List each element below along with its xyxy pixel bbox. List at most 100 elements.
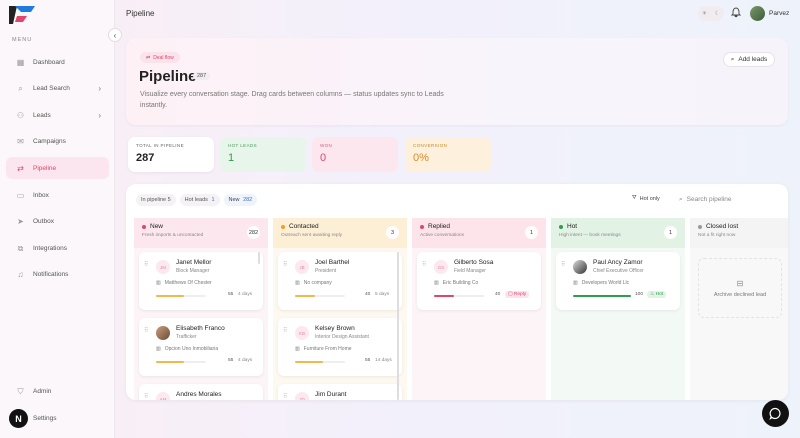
- pipeline-hero: ⇄ Deal flow Pipeline 287 Visualize every…: [126, 38, 788, 125]
- lead-age: 4 days: [238, 292, 253, 297]
- lead-card[interactable]: ⠿ KB Kelsey Brown Interior Design Assist…: [278, 318, 402, 376]
- lead-score: 55: [228, 358, 234, 363]
- stat-label: TOTAL IN PIPELINE: [136, 143, 184, 148]
- page-title: Pipeline: [126, 9, 155, 18]
- avatar: JM: [156, 260, 170, 274]
- column-contacted: Contacted Outreach sent·awaiting reply 3…: [273, 218, 407, 400]
- tag-label: Hot: [655, 292, 664, 297]
- app-logo[interactable]: [7, 4, 37, 26]
- column-name: Closed lost: [706, 223, 739, 230]
- column-subtitle: Outreach sent·awaiting reply: [281, 233, 343, 238]
- drag-handle-icon[interactable]: ⠿: [561, 261, 565, 268]
- user-name[interactable]: Parvez: [769, 10, 789, 17]
- lead-role: Field Manager: [454, 268, 486, 274]
- column-name: Hot: [567, 223, 578, 230]
- building-icon: ▥: [434, 280, 439, 286]
- lead-name: Elisabeth Franco: [176, 325, 225, 332]
- sidebar-item-label: Integrations: [33, 244, 67, 252]
- status-dot: [559, 224, 563, 229]
- status-dot: [281, 224, 285, 229]
- lead-name: Kelsey Brown: [315, 325, 355, 332]
- lead-role: Block Manager: [176, 268, 210, 274]
- lead-name: Paul Ancy Zamor: [593, 259, 643, 266]
- sidebar-item-campaigns[interactable]: ✉ Campaigns: [6, 130, 109, 152]
- add-leads-button[interactable]: ⌕ Add leads: [723, 52, 775, 67]
- chip-new[interactable]: New 282: [223, 194, 258, 206]
- sidebar-item-notifications[interactable]: ♫ Notifications: [6, 263, 109, 285]
- score-bar: [434, 295, 484, 297]
- drag-handle-icon[interactable]: ⠿: [144, 261, 148, 268]
- building-icon: ▥: [573, 280, 578, 286]
- lead-company: ▥ No company: [295, 280, 332, 286]
- hot-only-filter[interactable]: ⛛ Hot only: [632, 195, 660, 202]
- building-icon: ▥: [295, 346, 300, 352]
- drag-handle-icon[interactable]: ⠿: [144, 327, 148, 334]
- column-closed-lost: Closed lost Not a fit right now ⊟ Archiv…: [690, 218, 788, 400]
- sidebar-item-label: Dashboard: [33, 58, 65, 66]
- lead-name: Joel Barthel: [315, 259, 350, 266]
- sidebar-item-dashboard[interactable]: ▦ Dashboard: [6, 51, 109, 73]
- lead-score: 55: [228, 292, 234, 297]
- chip-in-pipeline[interactable]: In pipeline 5: [136, 194, 176, 206]
- send-icon: ➤: [17, 216, 24, 226]
- drag-handle-icon[interactable]: ⠿: [283, 327, 287, 334]
- column-body: ⠿ JM Janet Mellor Block Manager ▥ Matthew…: [134, 248, 268, 400]
- collapse-sidebar-button[interactable]: ‹: [108, 28, 122, 42]
- lead-company: ▥ Developers World Llc: [573, 280, 629, 286]
- building-icon: ▥: [156, 346, 161, 352]
- sidebar-item-integrations[interactable]: ⧉ Integrations: [6, 237, 109, 259]
- sidebar-item-leads[interactable]: ⚇ Leads ›: [6, 104, 109, 126]
- lead-card[interactable]: ⠿ JM Janet Mellor Block Manager ▥ Matthew…: [139, 252, 263, 310]
- lead-card[interactable]: ⠿ AM Andres Morales: [139, 384, 263, 400]
- sidebar-item-lead-search[interactable]: ⌕ Lead Search ›: [6, 77, 109, 99]
- sidebar-item-inbox[interactable]: ▭ Inbox: [6, 184, 109, 206]
- hero-title: Pipeline: [139, 68, 197, 85]
- search-icon: ⌕: [679, 195, 683, 203]
- user-avatar[interactable]: [750, 6, 765, 21]
- filter-chips: In pipeline 5 Hot leads 1 New 282: [136, 194, 258, 206]
- lead-card[interactable]: ⠿ JB Joel Barthel President ▥ No company …: [278, 252, 402, 310]
- lead-card[interactable]: ⠿ GS Gilberto Sosa Field Manager ▥ Eric B…: [417, 252, 541, 310]
- search-pipeline-input[interactable]: ⌕ Search pipeline: [676, 192, 782, 207]
- deal-flow-label: Deal flow: [153, 54, 174, 61]
- chat-button[interactable]: [762, 400, 789, 427]
- building-icon: ▥: [295, 280, 300, 286]
- column-header: Closed lost Not a fit right now: [690, 218, 788, 248]
- lead-role: Interior Design Assistant: [315, 334, 369, 340]
- sidebar-item-admin[interactable]: ⛉ Admin: [6, 380, 109, 402]
- column-body: ⠿ JB Joel Barthel President ▥ No company …: [273, 248, 407, 400]
- lead-card[interactable]: ⠿ Paul Ancy Zamor Chief Executive Office…: [556, 252, 680, 310]
- chip-hot-leads[interactable]: Hot leads 1: [179, 194, 220, 206]
- sidebar-item-outbox[interactable]: ➤ Outbox: [6, 210, 109, 232]
- add-leads-label: Add leads: [738, 56, 768, 63]
- lead-name: Jim Durant: [315, 391, 347, 398]
- lead-role: Chief Executive Officer: [593, 268, 644, 274]
- stat-label: HOT LEADS: [228, 143, 258, 148]
- lead-score: 100: [635, 292, 644, 297]
- theme-toggle[interactable]: ☀ ☾: [698, 6, 724, 21]
- sidebar-item-pipeline[interactable]: ⇄ Pipeline: [6, 157, 109, 179]
- lead-age: 14 days: [375, 358, 392, 363]
- drag-handle-icon[interactable]: ⠿: [422, 261, 426, 268]
- drag-handle-icon[interactable]: ⠿: [283, 393, 287, 400]
- workspace-avatar[interactable]: N: [9, 409, 28, 428]
- scrollbar[interactable]: [397, 252, 399, 400]
- lead-card[interactable]: ⠿ Elisabeth Franco Trafficker ▥ Opcion Un…: [139, 318, 263, 376]
- notifications-bell-icon[interactable]: [730, 7, 742, 21]
- chip-label: In pipeline: [141, 197, 167, 203]
- stat-value: 287: [136, 152, 155, 164]
- lead-name: Andres Morales: [176, 391, 222, 398]
- drag-handle-icon[interactable]: ⠿: [283, 261, 287, 268]
- lead-score: 40: [495, 292, 501, 297]
- tag-label: Reply: [513, 292, 527, 297]
- hero-count-badge: 287: [193, 72, 211, 80]
- chip-count: 282: [243, 197, 253, 203]
- column-body: ⠿ GS Gilberto Sosa Field Manager ▥ Eric B…: [412, 248, 546, 400]
- column-subtitle: Not a fit right now: [698, 233, 736, 238]
- menu-label: MENU: [12, 37, 33, 43]
- scrollbar[interactable]: [258, 252, 260, 264]
- drag-handle-icon[interactable]: ⠿: [144, 393, 148, 400]
- pipeline-board: In pipeline 5 Hot leads 1 New 282 ⛛ Hot …: [126, 184, 788, 400]
- archive-dropzone[interactable]: ⊟ Archive declined lead: [698, 258, 782, 318]
- lead-card[interactable]: ⠿ JD Jim Durant: [278, 384, 402, 400]
